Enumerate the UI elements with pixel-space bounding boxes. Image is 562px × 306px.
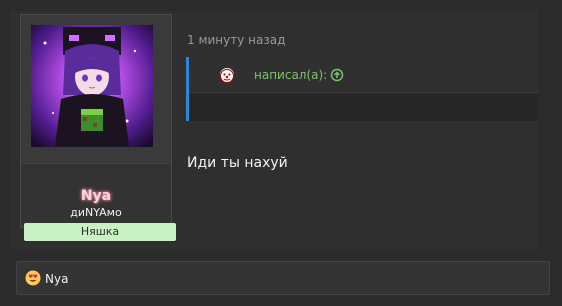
quote-header: написал(а): xyxy=(189,57,538,93)
heart-eyes-emoji-icon[interactable] xyxy=(25,270,41,286)
user-info: Nya диNYAмо xyxy=(21,163,171,225)
post-message: Иди ты нахуй xyxy=(187,155,288,171)
user-avatar[interactable] xyxy=(31,25,153,147)
user-card: Nya диNYAмо xyxy=(20,14,172,228)
quote-block: написал(а): xyxy=(186,57,538,121)
user-banner: Няшка xyxy=(24,223,176,241)
user-title: диNYAмо xyxy=(70,206,122,219)
quote-author-label: написал(а): xyxy=(254,68,328,82)
reactions-bar: Nya xyxy=(16,261,550,295)
post-timestamp[interactable]: 1 минуту назад xyxy=(187,33,285,47)
clown-icon xyxy=(220,68,234,83)
quote-body xyxy=(189,94,538,121)
reaction-user[interactable]: Nya xyxy=(45,272,68,286)
username[interactable]: Nya xyxy=(21,188,171,204)
arrow-up-circle-icon[interactable] xyxy=(330,67,344,82)
